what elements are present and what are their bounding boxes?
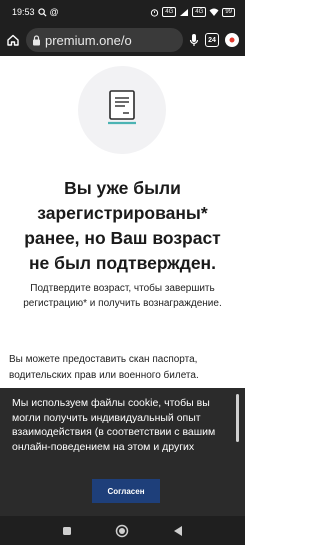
mic-icon[interactable] (189, 33, 199, 47)
page: 19:53 @ 4G 4G 99 premium.one/o 24 Вы уже… (0, 0, 245, 545)
document-icon-circle (78, 66, 166, 154)
home-icon[interactable] (6, 33, 20, 47)
volte-icon: 4G (162, 7, 177, 17)
home-nav-icon[interactable] (115, 524, 129, 538)
menu-icon[interactable] (225, 33, 239, 47)
documents-info-text: Вы можете предоставить скан паспорта, во… (9, 354, 199, 381)
battery-icon: 99 (222, 7, 235, 17)
recent-apps-icon[interactable] (62, 526, 72, 536)
status-bar: 19:53 @ 4G 4G 99 (0, 0, 245, 24)
signal-icon (179, 8, 189, 17)
url-text: premium.one/o (45, 32, 132, 48)
browser-toolbar: premium.one/o 24 (0, 24, 245, 56)
cookie-accept-button[interactable]: Согласен (92, 479, 160, 503)
alarm-icon (150, 8, 159, 17)
signal-box-icon: 4G (192, 7, 207, 17)
clock-text: 19:53 (12, 7, 35, 17)
back-icon[interactable] (173, 525, 183, 537)
wifi-icon (209, 8, 219, 16)
cookie-banner: Мы используем файлы cookie, чтобы вы мог… (0, 388, 245, 516)
cookie-scrollbar[interactable] (236, 394, 239, 442)
navigation-bar (0, 516, 245, 545)
page-title: Вы уже были зарегистрированы* ранее, но … (24, 178, 221, 273)
lock-icon (32, 34, 41, 46)
instruction-text: Подтвердите возраст, чтобы завершить рег… (23, 283, 222, 309)
at-icon: @ (49, 7, 59, 17)
document-icon (107, 89, 137, 132)
search-icon (37, 7, 47, 17)
cookie-text: Мы используем файлы cookie, чтобы вы мог… (12, 397, 216, 453)
tabs-icon[interactable]: 24 (205, 33, 219, 47)
address-bar[interactable]: premium.one/o (26, 28, 183, 52)
